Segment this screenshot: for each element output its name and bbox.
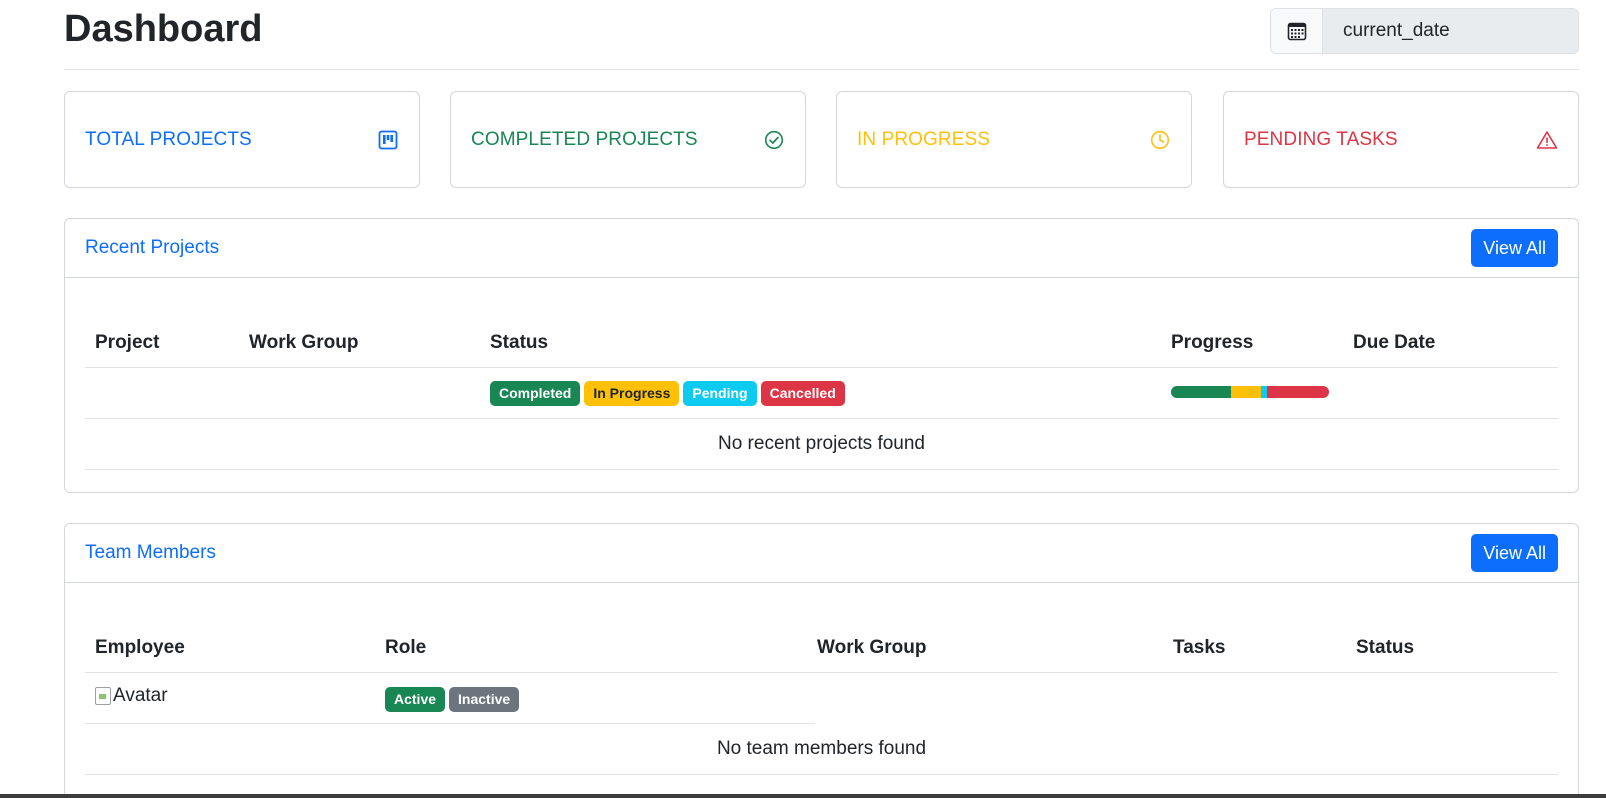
recent-projects-table: Project Work Group Status Progress Due D… — [65, 278, 1578, 470]
header-divider — [64, 69, 1579, 70]
view-all-projects-button[interactable]: View All — [1471, 229, 1558, 267]
avatar-alt-text: Avatar — [113, 685, 168, 706]
stat-card-total-projects: TOTAL PROJECTS — [64, 91, 420, 188]
kanban-icon — [377, 129, 399, 151]
table-header-row: Project Work Group Status Progress Due D… — [85, 298, 1558, 368]
progress-segment — [1267, 386, 1329, 398]
column-header-employee[interactable]: Employee — [95, 637, 185, 659]
status-badge-active: Active — [385, 687, 446, 712]
view-all-team-button[interactable]: View All — [1471, 534, 1558, 572]
stat-card-in-progress: IN PROGRESS — [836, 91, 1192, 188]
table-header-row: Employee Role Work Group Tasks Status — [85, 603, 1558, 673]
row-divider — [85, 723, 815, 724]
stat-label: IN PROGRESS — [857, 128, 991, 150]
status-badge-group: Active Inactive — [385, 687, 523, 712]
column-header-role[interactable]: Role — [385, 637, 426, 659]
column-header-status[interactable]: Status — [490, 332, 548, 354]
check-circle-icon — [763, 129, 785, 151]
team-members-table: Employee Role Work Group Tasks Status Av… — [65, 583, 1578, 775]
window-bottom-bar — [0, 794, 1606, 798]
clock-icon — [1149, 129, 1171, 151]
column-header-progress[interactable]: Progress — [1171, 332, 1253, 354]
date-picker[interactable]: current_date — [1270, 8, 1579, 54]
column-header-project[interactable]: Project — [95, 332, 159, 354]
status-badge-group: Completed In Progress Pending Cancelled — [490, 381, 849, 406]
stat-card-pending-tasks: PENDING TASKS — [1223, 91, 1579, 188]
stat-label: PENDING TASKS — [1244, 128, 1398, 150]
stat-card-completed-projects: COMPLETED PROJECTS — [450, 91, 806, 188]
empty-message: No team members found — [85, 724, 1558, 775]
progress-segment — [1231, 386, 1262, 398]
calendar-icon[interactable] — [1271, 9, 1323, 53]
team-members-panel: Team Members View All Employee Role Work… — [64, 523, 1579, 798]
column-header-due-date[interactable]: Due Date — [1353, 332, 1435, 354]
table-row: Avatar Active Inactive — [85, 673, 1558, 724]
stat-label: TOTAL PROJECTS — [85, 128, 252, 150]
page-title: Dashboard — [64, 8, 263, 50]
avatar: Avatar — [95, 685, 168, 707]
stat-label: COMPLETED PROJECTS — [471, 128, 698, 150]
warning-triangle-icon — [1536, 129, 1558, 151]
status-badge-cancelled: Cancelled — [760, 381, 845, 406]
column-header-work-group[interactable]: Work Group — [817, 637, 926, 659]
empty-message: No recent projects found — [85, 419, 1558, 470]
status-badge-inactive: Inactive — [449, 687, 520, 712]
progress-segment — [1171, 386, 1232, 398]
panel-title: Team Members — [85, 542, 216, 563]
broken-image-icon — [95, 687, 111, 705]
column-header-work-group[interactable]: Work Group — [249, 332, 358, 354]
table-row: Completed In Progress Pending Cancelled — [85, 368, 1558, 419]
status-badge-completed: Completed — [490, 381, 581, 406]
progress-bar — [1171, 386, 1329, 398]
column-header-tasks[interactable]: Tasks — [1173, 637, 1225, 659]
panel-title: Recent Projects — [85, 237, 220, 258]
date-value[interactable]: current_date — [1323, 9, 1578, 53]
column-header-status[interactable]: Status — [1356, 637, 1414, 659]
recent-projects-header: Recent Projects View All — [65, 219, 1578, 278]
status-badge-pending: Pending — [683, 381, 757, 406]
team-members-header: Team Members View All — [65, 524, 1578, 583]
status-badge-in-progress: In Progress — [584, 381, 680, 406]
recent-projects-panel: Recent Projects View All Project Work Gr… — [64, 218, 1579, 493]
